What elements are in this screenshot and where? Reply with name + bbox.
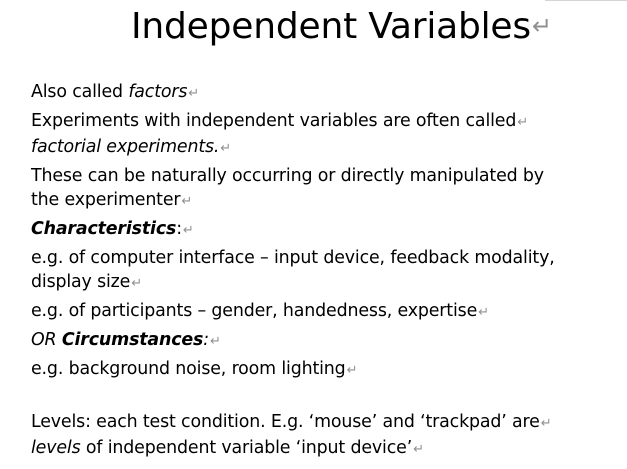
paragraph-mark-icon: ↵ [517,115,528,130]
paragraph-naturally-occurring[interactable]: These can be naturally occurring or dire… [31,164,611,214]
slide-title[interactable]: Independent Variables↵ [131,3,552,50]
italic-run[interactable]: OR [31,330,62,350]
text-run[interactable]: Also called [31,82,128,102]
italic-run[interactable]: : [203,330,209,350]
paragraph-also-called[interactable]: Also called factors↵ [31,80,611,106]
paragraph-computer-interface[interactable]: e.g. of computer interface – input devic… [31,246,611,296]
paragraph-mark-icon: ↵ [182,223,194,238]
paragraph-mark-icon: ↵ [188,86,200,101]
text-run[interactable]: e.g. of participants – gender, handednes… [31,301,477,321]
text-run[interactable]: e.g. of computer interface – input devic… [31,248,555,268]
text-run[interactable]: Experiments with independent variables a… [31,111,516,131]
text-run[interactable]: Levels: each test condition. E.g. ‘mouse… [31,412,540,432]
paragraph-experiments[interactable]: Experiments with independent variables a… [31,109,611,161]
paragraph-mark-icon: ↵ [478,305,489,320]
text-run[interactable]: : [176,219,182,239]
text-run[interactable]: These can be naturally occurring or dire… [31,166,544,186]
text-run[interactable]: the experimenter [31,190,181,210]
paragraph-mark-icon: ↵ [181,194,193,209]
paragraph-mark-icon: ↵ [346,363,358,378]
document-body[interactable]: Also called factors↵ Experiments with in… [31,80,611,462]
paragraph-participants[interactable]: e.g. of participants – gender, handednes… [31,299,611,325]
paragraph-characteristics[interactable]: Characteristics:↵ [31,217,611,243]
text-run[interactable]: e.g. background noise, room lighting [31,359,346,379]
italic-run[interactable]: factors [128,82,187,102]
text-run[interactable]: display size [31,272,130,292]
italic-run[interactable]: factorial experiments. [31,137,219,157]
title-text[interactable]: Independent Variables [131,6,531,47]
text-run[interactable]: of independent variable ‘input device’ [81,438,412,458]
paragraph-mark-icon: ↵ [209,334,221,349]
paragraph-mark-icon: ↵ [531,12,552,40]
paragraph-circumstances[interactable]: OR Circumstances:↵ [31,328,611,354]
bold-italic-run[interactable]: Circumstances [62,330,204,350]
paragraph-mark-icon: ↵ [220,141,232,156]
paragraph-mark-icon: ↵ [131,276,142,291]
paragraph-background-noise[interactable]: e.g. background noise, room lighting↵ [31,357,611,383]
bold-italic-run[interactable]: Characteristics [31,219,176,239]
paragraph-mark-icon: ↵ [413,442,424,457]
italic-run[interactable]: levels [31,438,81,458]
paragraph-mark-icon: ↵ [540,416,552,431]
paragraph-levels[interactable]: Levels: each test condition. E.g. ‘mouse… [31,410,611,462]
page-top-border [545,0,627,1]
